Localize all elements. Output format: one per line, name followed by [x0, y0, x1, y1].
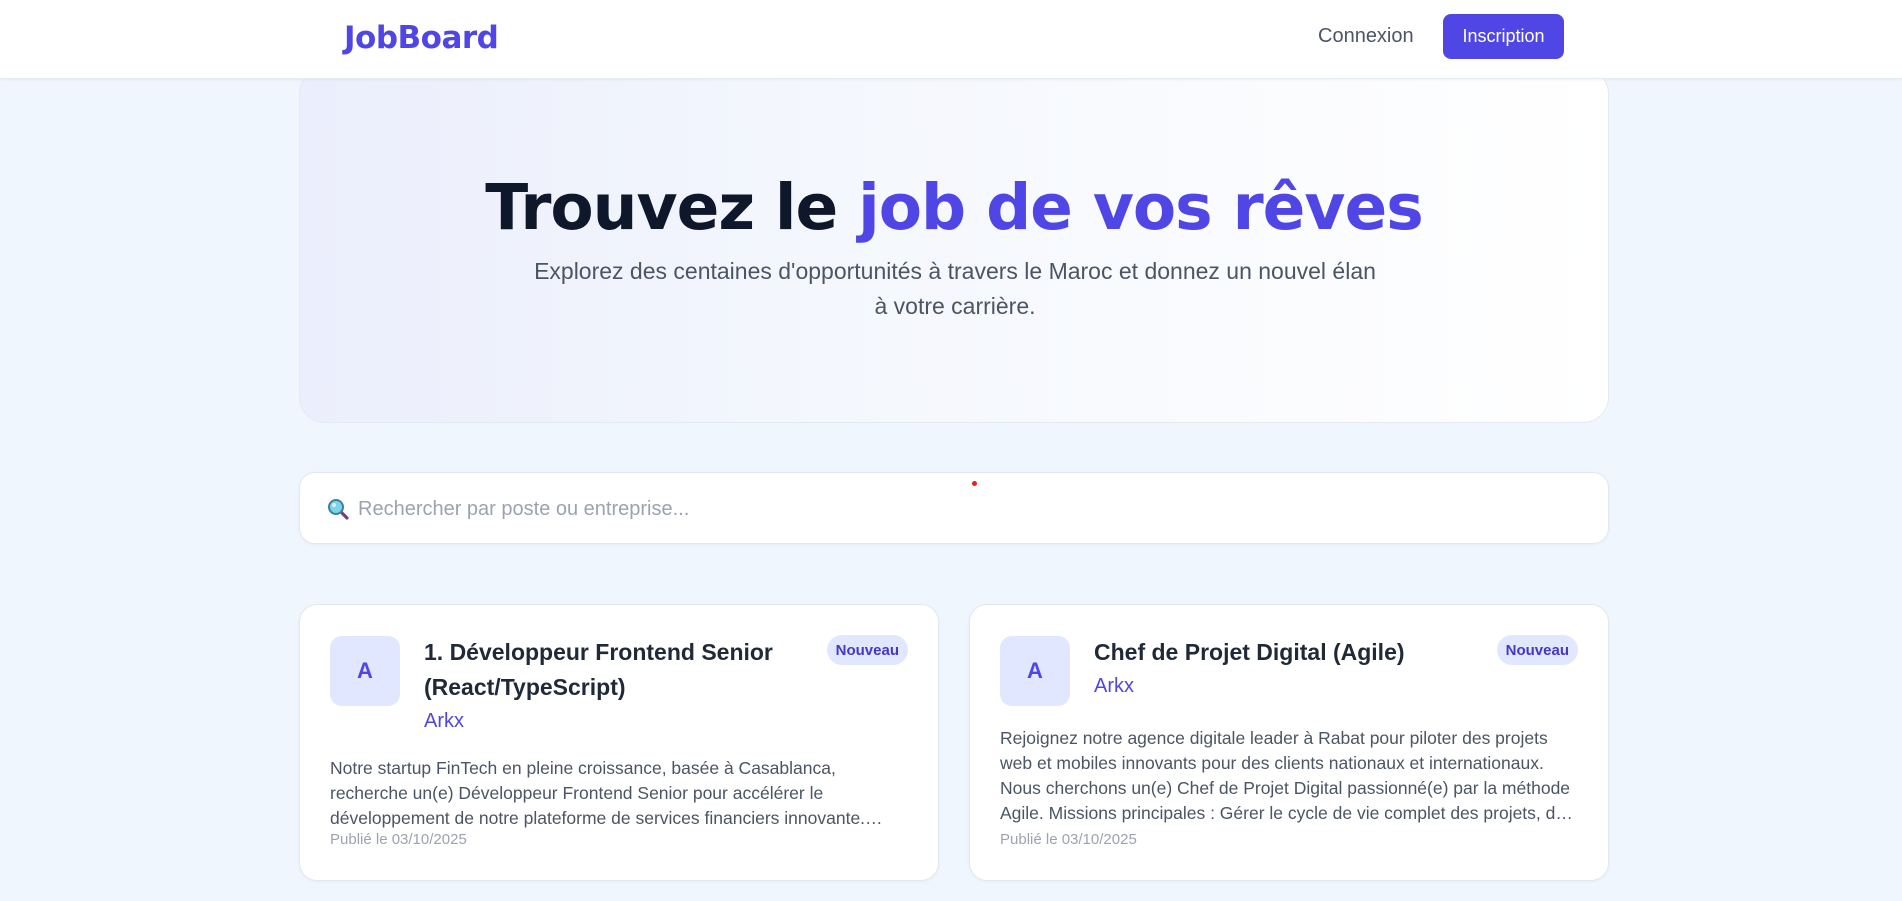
search-icon — [327, 498, 349, 520]
publish-date: Publié le 03/10/2025 — [330, 831, 467, 848]
search-bar — [299, 472, 1609, 544]
cursor-dot — [972, 481, 977, 486]
job-title[interactable]: 1. Développeur Frontend Senior (React/Ty… — [424, 635, 824, 705]
job-description: Rejoignez notre agence digitale leader à… — [1000, 728, 1571, 823]
logo[interactable]: JobBoard — [344, 20, 499, 56]
company-avatar: A — [330, 636, 400, 706]
hero-section: Trouvez le job de vos rêves Explorez des… — [299, 68, 1609, 423]
company-avatar: A — [1000, 636, 1070, 706]
new-badge: Nouveau — [826, 635, 908, 665]
company-name[interactable]: Arkx — [424, 710, 464, 733]
top-navbar: JobBoard Connexion Inscription — [0, 0, 1902, 79]
job-title[interactable]: Chef de Projet Digital (Agile) — [1094, 635, 1494, 670]
hero-title: Trouvez le job de vos rêves — [300, 171, 1608, 244]
signup-button[interactable]: Inscription — [1443, 14, 1564, 59]
company-name[interactable]: Arkx — [1094, 675, 1134, 698]
hero-title-plain: Trouvez le — [485, 171, 859, 244]
hero-title-accent: job de vos rêves — [858, 171, 1424, 244]
search-input[interactable] — [358, 487, 1558, 531]
job-card[interactable]: A 1. Développeur Frontend Senior (React/… — [299, 604, 939, 881]
job-description: Notre startup FinTech en pleine croissan… — [330, 758, 866, 828]
publish-date: Publié le 03/10/2025 — [1000, 831, 1137, 848]
new-badge: Nouveau — [1496, 635, 1578, 665]
login-link[interactable]: Connexion — [1318, 25, 1414, 48]
job-card[interactable]: A Chef de Projet Digital (Agile) Arkx No… — [969, 604, 1609, 881]
hero-subtitle: Explorez des centaines d'opportunités à … — [534, 258, 1376, 319]
